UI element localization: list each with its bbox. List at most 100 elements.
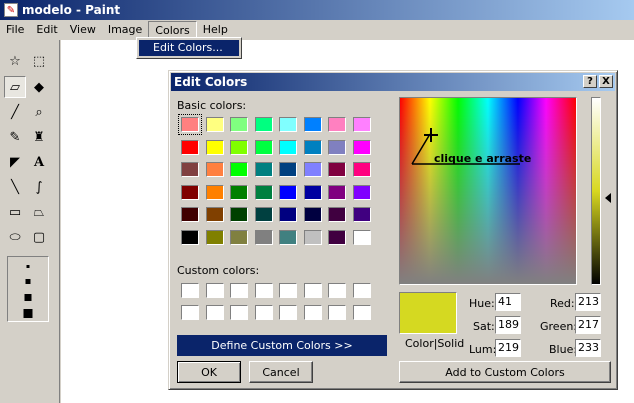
basic-color-swatch[interactable] xyxy=(279,184,297,200)
basic-color-swatch[interactable] xyxy=(328,229,346,245)
basic-color-swatch[interactable] xyxy=(181,184,199,200)
basic-color-swatch[interactable] xyxy=(279,139,297,155)
basic-color-swatch[interactable] xyxy=(181,207,199,222)
basic-color-swatch[interactable] xyxy=(352,207,371,222)
basic-color-swatch[interactable] xyxy=(230,117,248,132)
basic-color-swatch[interactable] xyxy=(205,229,224,245)
custom-color-swatch[interactable] xyxy=(328,305,346,320)
basic-color-swatch[interactable] xyxy=(254,139,273,155)
custom-color-swatch[interactable] xyxy=(181,283,199,298)
magnifier-icon[interactable]: ⌕ xyxy=(28,101,50,123)
basic-color-swatch[interactable] xyxy=(205,162,224,177)
custom-color-swatch[interactable] xyxy=(205,283,224,298)
ellipse-icon[interactable]: ⬭ xyxy=(4,226,26,248)
basic-color-swatch[interactable] xyxy=(279,162,297,177)
brush-size-1[interactable] xyxy=(26,265,30,268)
brush-size-selector[interactable] xyxy=(7,256,49,322)
basic-color-swatch[interactable] xyxy=(303,184,322,200)
basic-color-swatch[interactable] xyxy=(254,117,273,132)
basic-color-swatch[interactable] xyxy=(352,117,371,132)
rectangle-icon[interactable]: ▭ xyxy=(4,201,26,223)
custom-color-swatch[interactable] xyxy=(205,305,224,320)
rect-select-icon[interactable]: ⬚ xyxy=(28,50,50,72)
color-spectrum[interactable]: clique e arraste xyxy=(399,97,577,285)
custom-color-swatch[interactable] xyxy=(328,283,346,298)
polygon-icon[interactable]: ⏢ xyxy=(28,201,50,223)
basic-color-swatch[interactable] xyxy=(279,229,297,245)
line-icon[interactable]: ╲ xyxy=(4,176,26,198)
edit-colors-menu-item[interactable]: Edit Colors... xyxy=(139,40,239,56)
pencil-icon[interactable]: ✎ xyxy=(4,126,26,148)
curve-icon[interactable]: ∫ xyxy=(28,176,50,198)
basic-color-swatch[interactable] xyxy=(279,117,297,132)
basic-color-swatch[interactable] xyxy=(328,162,346,177)
basic-color-swatch[interactable] xyxy=(230,184,248,200)
menu-file[interactable]: File xyxy=(0,21,30,38)
basic-color-swatch[interactable] xyxy=(181,162,199,177)
hue-input[interactable]: 41 xyxy=(495,293,521,311)
basic-color-swatch[interactable] xyxy=(254,229,273,245)
basic-color-swatch[interactable] xyxy=(328,207,346,222)
menu-view[interactable]: View xyxy=(64,21,102,38)
color-picker-icon[interactable]: ╱ xyxy=(4,101,26,123)
custom-color-swatch[interactable] xyxy=(230,305,248,320)
basic-color-swatch[interactable] xyxy=(254,184,273,200)
menu-colors[interactable]: Colors xyxy=(148,20,197,38)
basic-color-swatch[interactable] xyxy=(279,207,297,222)
basic-color-swatch[interactable] xyxy=(254,207,273,222)
free-form-select-icon[interactable]: ☆ xyxy=(4,50,26,72)
text-icon[interactable]: A xyxy=(28,151,50,173)
basic-color-swatch[interactable] xyxy=(303,207,322,222)
custom-color-swatch[interactable] xyxy=(254,283,273,298)
basic-color-swatch[interactable] xyxy=(181,139,199,155)
basic-color-swatch[interactable] xyxy=(205,207,224,222)
luminosity-bar[interactable] xyxy=(591,97,601,285)
red-input[interactable]: 213 xyxy=(575,293,601,311)
basic-color-swatch[interactable] xyxy=(230,207,248,222)
basic-color-swatch[interactable] xyxy=(328,117,346,132)
brush-icon[interactable]: ♜ xyxy=(28,126,50,148)
basic-color-swatch[interactable] xyxy=(352,162,371,177)
basic-color-swatch[interactable] xyxy=(352,184,371,200)
basic-color-swatch[interactable] xyxy=(178,114,202,135)
ok-button[interactable]: OK xyxy=(177,361,241,383)
basic-color-swatch[interactable] xyxy=(303,117,322,132)
brush-size-3[interactable] xyxy=(24,294,32,301)
custom-color-swatch[interactable] xyxy=(279,305,297,320)
define-custom-colors-button[interactable]: Define Custom Colors >> xyxy=(177,335,387,356)
help-button[interactable]: ? xyxy=(583,75,597,88)
basic-color-swatch[interactable] xyxy=(303,162,322,177)
menu-edit[interactable]: Edit xyxy=(30,21,63,38)
add-to-custom-colors-button[interactable]: Add to Custom Colors xyxy=(399,361,611,383)
rounded-rect-icon[interactable]: ▢ xyxy=(28,226,50,248)
cancel-button[interactable]: Cancel xyxy=(249,361,313,383)
basic-color-swatch[interactable] xyxy=(230,229,248,245)
custom-color-swatch[interactable] xyxy=(230,283,248,298)
brush-size-2[interactable] xyxy=(25,279,31,284)
fill-icon[interactable]: ◆ xyxy=(28,76,50,98)
custom-color-swatch[interactable] xyxy=(303,283,322,298)
basic-color-swatch[interactable] xyxy=(205,139,224,155)
menu-image[interactable]: Image xyxy=(102,21,148,38)
basic-color-swatch[interactable] xyxy=(303,139,322,155)
close-button[interactable]: X xyxy=(599,75,613,88)
custom-color-swatch[interactable] xyxy=(254,305,273,320)
custom-color-swatch[interactable] xyxy=(279,283,297,298)
menu-help[interactable]: Help xyxy=(197,21,234,38)
basic-color-swatch[interactable] xyxy=(230,139,248,155)
basic-color-swatch[interactable] xyxy=(328,184,346,200)
basic-color-swatch[interactable] xyxy=(303,229,322,245)
basic-color-swatch[interactable] xyxy=(230,162,248,177)
custom-color-swatch[interactable] xyxy=(352,305,371,320)
blue-input[interactable]: 233 xyxy=(575,339,601,357)
basic-color-swatch[interactable] xyxy=(205,117,224,132)
basic-color-swatch[interactable] xyxy=(205,184,224,200)
lum-input[interactable]: 219 xyxy=(495,339,521,357)
custom-color-swatch[interactable] xyxy=(303,305,322,320)
luminosity-arrow-icon[interactable] xyxy=(605,193,611,203)
green-input[interactable]: 217 xyxy=(575,316,601,334)
basic-color-swatch[interactable] xyxy=(328,139,346,155)
basic-color-swatch[interactable] xyxy=(254,162,273,177)
eraser-icon[interactable]: ▱ xyxy=(4,76,26,98)
airbrush-icon[interactable]: ◤ xyxy=(4,151,26,173)
